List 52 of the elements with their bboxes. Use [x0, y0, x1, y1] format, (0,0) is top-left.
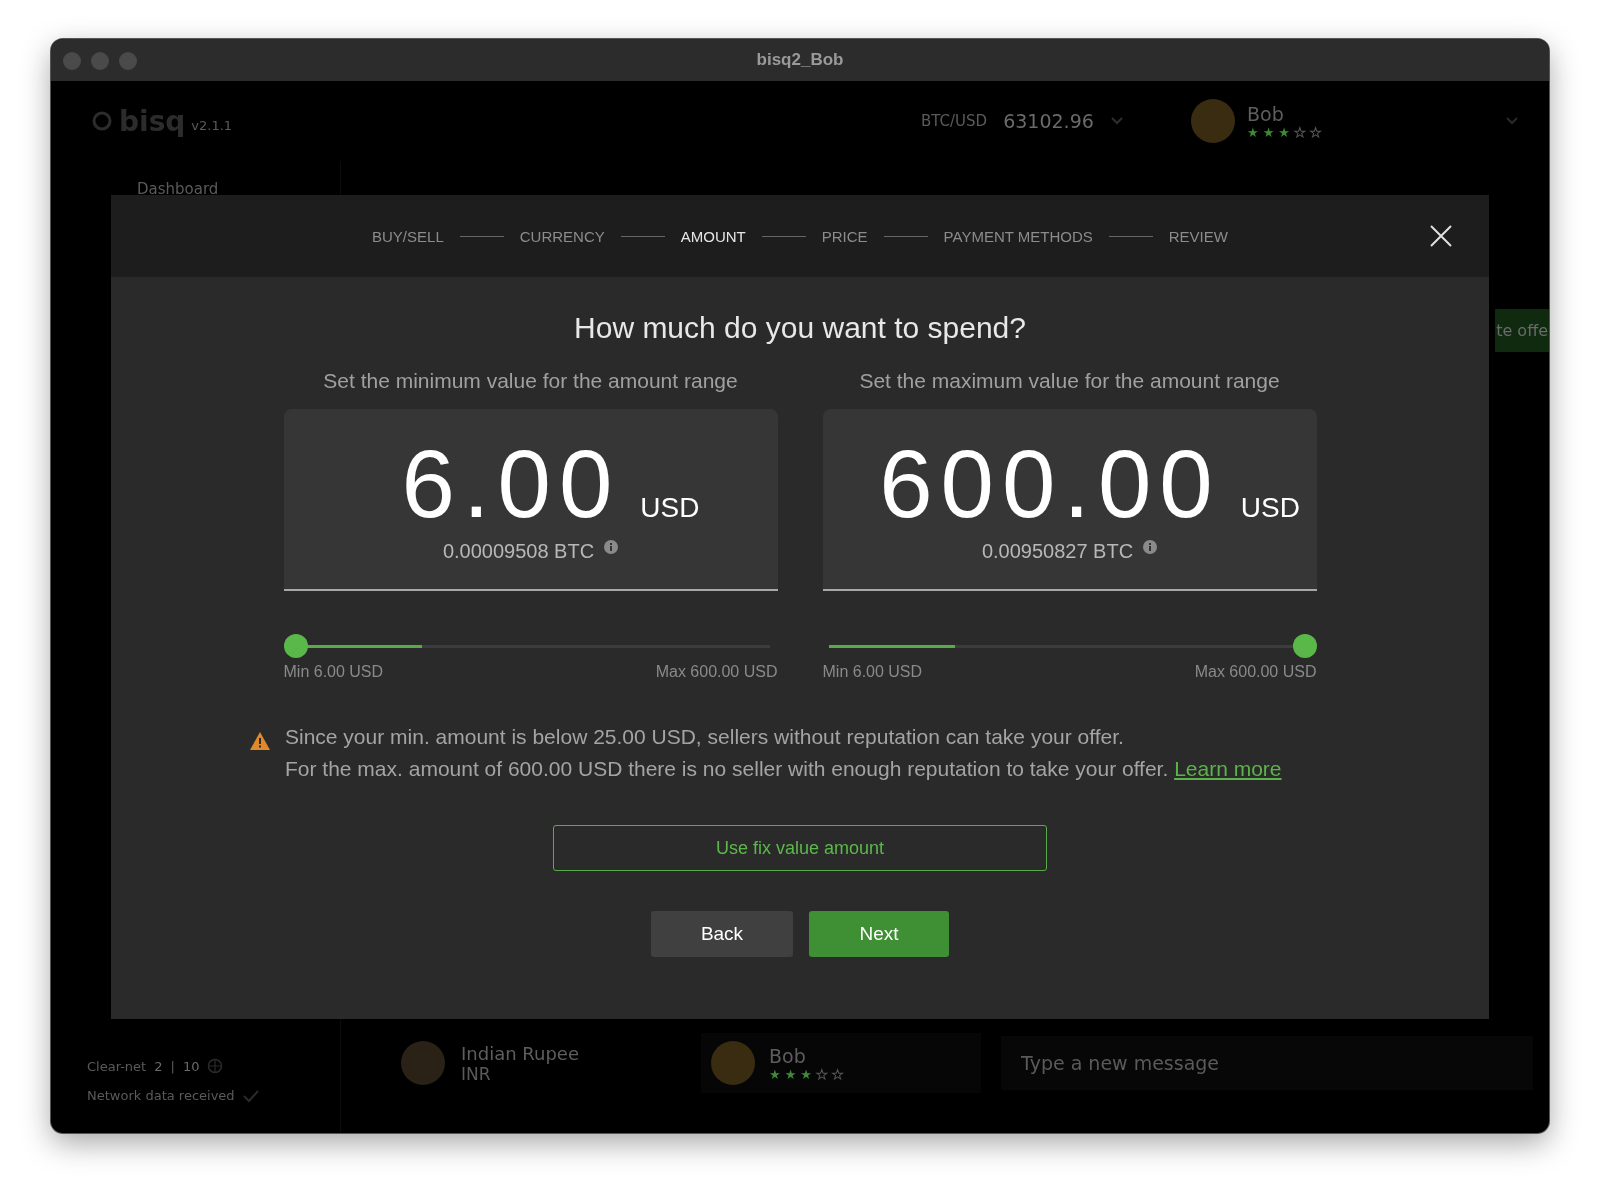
amount-value[interactable]: 6.00	[401, 435, 621, 532]
range-caption: Set the minimum value for the amount range	[323, 369, 738, 393]
wizard-step: PRICE	[821, 227, 868, 245]
peer-max: 10	[182, 1058, 200, 1074]
warning-text: Since your min. amount is below 25.00 USD, sellers without reputation can take your offer.	[285, 725, 1125, 749]
user-name: Bob	[769, 1044, 807, 1067]
warning-icon	[249, 731, 271, 751]
network-label: Clear-net	[87, 1058, 147, 1074]
btc-amount: 0.00950827 BTC	[981, 539, 1134, 563]
message-input[interactable]: Type a new message	[1001, 1036, 1533, 1090]
window-title: bisq2_Bob	[756, 50, 844, 70]
reputation-stars: ★ ★ ★ ★ ★	[1247, 124, 1322, 140]
learn-more-link[interactable]: Learn more	[1174, 757, 1282, 780]
wizard-step: PAYMENT METHODS	[943, 227, 1093, 245]
close-icon[interactable]	[1429, 224, 1453, 248]
amount-input[interactable]: 6.00 USD 0.00009508 BTC	[283, 409, 778, 591]
sidebar-item[interactable]: Dashboard	[87, 180, 219, 198]
max-label: Max 600.00 USD	[655, 663, 778, 681]
wizard-step: CURRENCY	[519, 227, 605, 245]
market-list-item[interactable]: Indian Rupee INR	[401, 1041, 681, 1085]
warning-text: For the max. amount of 600.00 USD there is no seller with enough reputation to take your offer. Learn more	[285, 757, 1282, 781]
amount-value[interactable]: 600.00	[879, 435, 1221, 532]
next-button[interactable]: Next	[809, 911, 949, 957]
back-button[interactable]: Back	[651, 911, 793, 957]
market-pair: BTC/USD	[921, 112, 988, 130]
min-label: Min 6.00 USD	[283, 663, 384, 681]
slider-thumb[interactable]	[283, 634, 308, 658]
checkmark-icon	[242, 1088, 259, 1103]
globe-icon	[207, 1058, 224, 1074]
slider-thumb[interactable]	[1292, 634, 1317, 658]
range-caption: Set the maximum value for the amount range	[859, 369, 1280, 393]
fix-value-button[interactable]: Use fix value amount	[553, 825, 1047, 871]
reputation-stars: ★ ★ ★ ★ ★	[769, 1066, 844, 1082]
info-icon[interactable]	[1143, 539, 1158, 554]
wizard-step: BUY/SELL	[372, 227, 444, 245]
wizard-step: AMOUNT	[680, 227, 746, 245]
user-name: Bob	[1247, 102, 1285, 125]
currency-code: USD	[1240, 491, 1300, 524]
network-status: Network data received	[87, 1088, 235, 1103]
wizard-step: REVIEW	[1168, 227, 1228, 245]
peer-count: 2	[154, 1058, 163, 1074]
currency-code: USD	[640, 491, 700, 524]
max-label: Max 600.00 USD	[1194, 663, 1317, 681]
logo-icon	[91, 110, 113, 132]
dialog-title: How much do you want to spend?	[574, 311, 1026, 345]
min-label: Min 6.00 USD	[822, 663, 923, 681]
amount-input[interactable]: 600.00 USD 0.00950827 BTC	[822, 409, 1317, 591]
separator-text: |	[170, 1058, 175, 1074]
info-icon[interactable]	[604, 539, 619, 554]
app-version: v2.1.1	[191, 117, 233, 133]
market-price[interactable]: 63102.96	[1003, 110, 1094, 132]
btc-amount: 0.00009508 BTC	[442, 539, 595, 563]
